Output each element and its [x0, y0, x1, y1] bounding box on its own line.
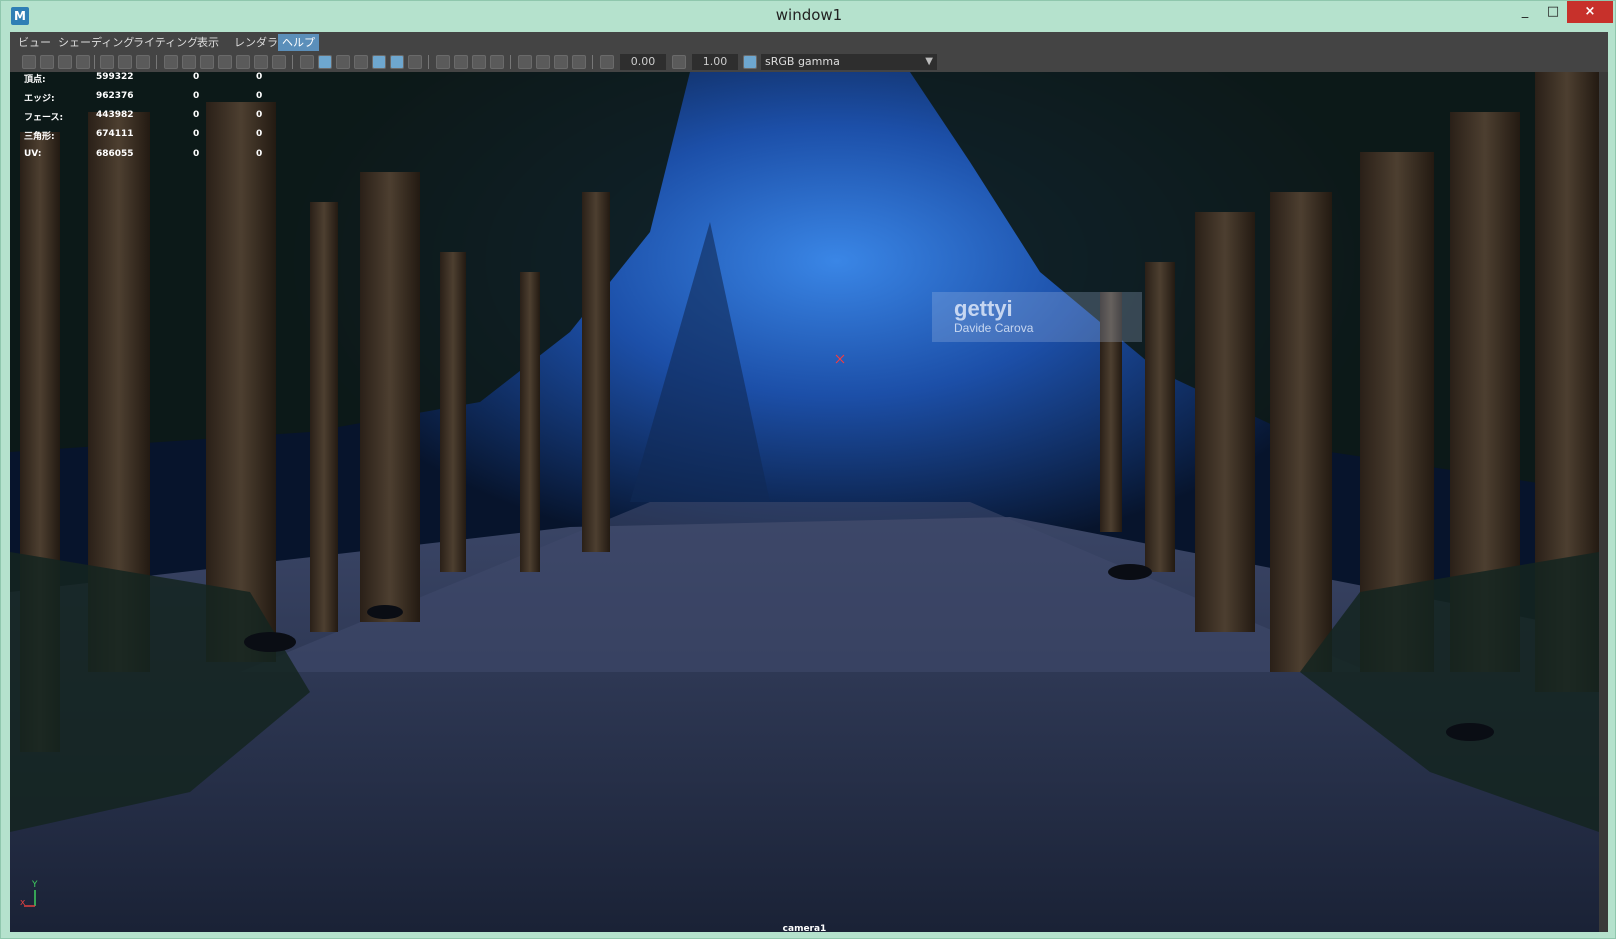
chevron-down-icon: ▼	[925, 56, 933, 67]
camera-name-label: camera1	[782, 924, 827, 932]
safe-action-icon[interactable]	[236, 55, 250, 69]
motion-blur-icon[interactable]	[454, 55, 468, 69]
gamma-icon[interactable]	[672, 55, 686, 69]
toolbar-separator	[156, 55, 157, 69]
hud-value: 443982	[96, 110, 134, 120]
toolbar-separator	[292, 55, 293, 69]
viewport-scrollbar[interactable]	[1599, 72, 1608, 932]
hud-label: 頂点:	[24, 75, 46, 85]
hud-value: 674111	[96, 129, 134, 139]
title-bar[interactable]: M window1 _ □ ×	[1, 1, 1615, 32]
hud-value: 0	[256, 149, 263, 159]
hud-value: 0	[193, 91, 200, 101]
grid-icon[interactable]	[136, 55, 150, 69]
wireframe-icon[interactable]	[300, 55, 314, 69]
default-material-icon[interactable]	[336, 55, 350, 69]
panel: ビュー シェーディング ライティング 表示 レンダラ ヘルプ 0.00 1.00…	[10, 32, 1608, 932]
hud-value: 599322	[96, 72, 134, 82]
menu-lighting[interactable]: ライティング	[129, 34, 202, 51]
menu-show[interactable]: 表示	[193, 34, 223, 51]
forest-path-render	[10, 72, 1599, 932]
grease-pencil-icon[interactable]	[118, 55, 132, 69]
color-management-icon[interactable]	[743, 55, 757, 69]
image-plane-icon[interactable]	[76, 55, 90, 69]
hud-value: 0	[193, 110, 200, 120]
xray-components-icon[interactable]	[572, 55, 586, 69]
xray-joints-icon[interactable]	[554, 55, 568, 69]
minimize-button[interactable]: _	[1511, 1, 1539, 23]
wireframe-on-shaded-icon[interactable]	[354, 55, 368, 69]
hud-label: エッジ:	[24, 94, 55, 104]
toolbar-separator	[428, 55, 429, 69]
menu-renderer[interactable]: レンダラ	[230, 34, 282, 51]
film-gate-icon[interactable]	[164, 55, 178, 69]
axis-y-label: Y	[31, 880, 38, 890]
axis-x-label: x	[20, 898, 26, 908]
hud-value: 0	[256, 72, 263, 82]
exposure-icon[interactable]	[600, 55, 614, 69]
toolbar-separator	[510, 55, 511, 69]
menu-shading[interactable]: シェーディング	[54, 34, 138, 51]
isolate-select-icon[interactable]	[518, 55, 532, 69]
hud-value: 0	[193, 149, 200, 159]
shadows-icon[interactable]	[408, 55, 422, 69]
camera-attributes-icon[interactable]	[40, 55, 54, 69]
hud-label: フェース:	[24, 113, 64, 123]
menu-view[interactable]: ビュー	[14, 34, 55, 51]
xray-icon[interactable]	[536, 55, 550, 69]
3d-viewport[interactable]: gettyi Davide Carova 頂点: 599322 0 0 エッジ:…	[10, 72, 1599, 932]
lights-icon[interactable]	[390, 55, 404, 69]
anti-aliasing-icon[interactable]	[472, 55, 486, 69]
view-transform-value: sRGB gamma	[765, 55, 840, 68]
close-button[interactable]: ×	[1567, 1, 1613, 23]
hud-value: 962376	[96, 91, 134, 101]
field-chart-icon[interactable]	[218, 55, 232, 69]
exposure-field[interactable]: 0.00	[620, 54, 666, 70]
bookmark-icon[interactable]	[58, 55, 72, 69]
watermark-title: gettyi	[954, 296, 1013, 321]
camera-icon[interactable]	[22, 55, 36, 69]
safe-title-icon[interactable]	[254, 55, 268, 69]
menu-bar: ビュー シェーディング ライティング 表示 レンダラ ヘルプ	[10, 32, 1608, 52]
ambient-occlusion-icon[interactable]	[436, 55, 450, 69]
view-transform-select[interactable]: sRGB gamma ▼	[761, 54, 937, 70]
hud-value: 0	[256, 110, 263, 120]
maximize-button[interactable]: □	[1539, 1, 1567, 23]
app-window: M window1 _ □ × ビュー シェーディング ライティング 表示 レン…	[0, 0, 1616, 939]
hud-value: 686055	[96, 149, 134, 159]
toolbar-separator	[94, 55, 95, 69]
menu-help[interactable]: ヘルプ	[278, 34, 319, 51]
hud-label: UV:	[24, 149, 42, 159]
hud-value: 0	[256, 129, 263, 139]
text-icon[interactable]	[272, 55, 286, 69]
watermark: gettyi Davide Carova	[932, 292, 1142, 342]
smooth-shade-icon[interactable]	[318, 55, 332, 69]
hud-value: 0	[193, 72, 200, 82]
gamma-field[interactable]: 1.00	[692, 54, 738, 70]
view-axis-icon: Y x	[20, 880, 38, 908]
panel-toolbar: 0.00 1.00 sRGB gamma ▼	[10, 52, 1608, 72]
gate-mask-icon[interactable]	[200, 55, 214, 69]
hud-value: 0	[256, 91, 263, 101]
hud-value: 0	[193, 129, 200, 139]
hud-label: 三角形:	[24, 132, 55, 142]
2d-pan-zoom-icon[interactable]	[100, 55, 114, 69]
window-title: window1	[775, 6, 843, 24]
resolution-gate-icon[interactable]	[182, 55, 196, 69]
toolbar-separator	[592, 55, 593, 69]
depth-of-field-icon[interactable]	[490, 55, 504, 69]
watermark-credit: Davide Carova	[954, 321, 1034, 335]
textured-icon[interactable]	[372, 55, 386, 69]
